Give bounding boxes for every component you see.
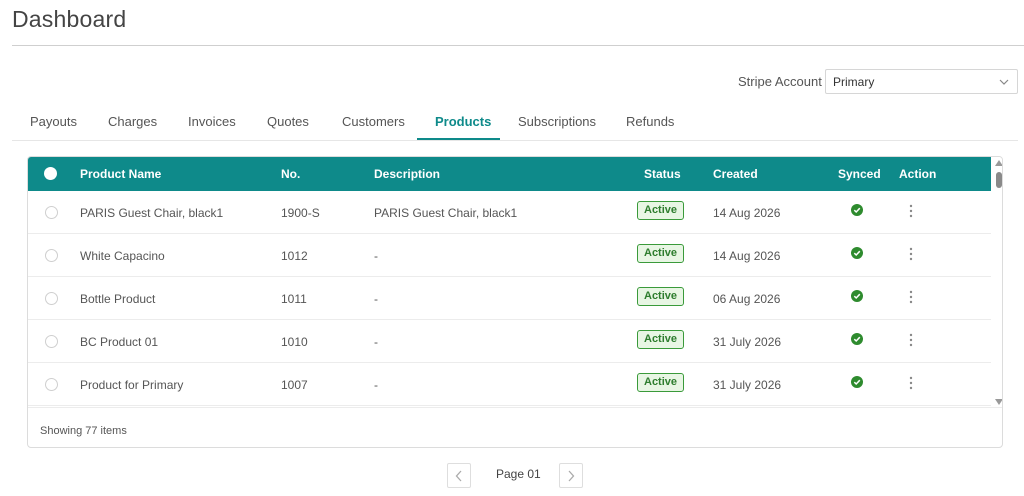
created-date: 06 Aug 2026 [713,292,781,306]
synced-check-icon [851,247,863,259]
product-number: 1007 [281,378,308,392]
row-select-radio[interactable] [45,249,58,262]
more-actions-icon[interactable] [909,247,913,261]
created-date: 14 Aug 2026 [713,249,781,263]
product-number: 1010 [281,335,308,349]
item-count: Showing 77 items [40,425,127,437]
synced-check-icon [851,376,863,388]
row-select-radio[interactable] [45,335,58,348]
product-name: PARIS Guest Chair, black1 [80,206,224,220]
row-select-radio[interactable] [45,206,58,219]
select-all-radio[interactable] [44,167,57,180]
more-actions-icon[interactable] [909,376,913,390]
table-row[interactable]: White Capacino 1012 - Active 14 Aug 2026 [28,234,991,277]
tab-subscriptions[interactable]: Subscriptions [518,114,596,129]
more-actions-icon[interactable] [909,204,913,218]
tab-quotes[interactable]: Quotes [267,114,309,129]
scroll-up-arrow-icon[interactable] [995,160,1003,166]
product-name: Bottle Product [80,292,156,306]
column-header-product-name[interactable]: Product Name [80,167,161,181]
stripe-account-value: Primary [833,75,875,89]
column-header-synced[interactable]: Synced [838,167,881,181]
active-tab-indicator [417,138,500,140]
tab-invoices[interactable]: Invoices [188,114,236,129]
chevron-left-icon [455,470,462,482]
product-description: PARIS Guest Chair, black1 [374,206,518,220]
more-actions-icon[interactable] [909,333,913,347]
table-header: Product Name No. Description Status Crea… [28,157,991,191]
created-date: 31 July 2026 [713,378,782,392]
synced-check-icon [851,333,863,345]
product-number: 1900-S [281,206,320,220]
tab-charges[interactable]: Charges [108,114,157,129]
scroll-down-arrow-icon[interactable] [995,399,1003,405]
page-indicator: Page 01 [496,467,541,481]
product-name: BC Product 01 [80,335,159,349]
tab-bar: Payouts Charges Invoices Quotes Customer… [12,107,1018,141]
chevron-right-icon [568,470,575,482]
table-row[interactable]: BC Product 01 1010 - Active 31 July 2026 [28,320,991,363]
table-footer: Showing 77 items [28,407,1002,447]
status-badge: Active [637,330,685,349]
previous-page-button[interactable] [447,463,471,488]
scrollbar-thumb[interactable] [996,172,1002,188]
column-header-number[interactable]: No. [281,167,300,181]
product-description: - [374,292,378,306]
table-row[interactable]: Product for Primary 1007 - Active 31 Jul… [28,363,991,406]
synced-check-icon [851,290,863,302]
column-header-description[interactable]: Description [374,167,440,181]
product-name: White Capacino [80,249,165,263]
status-badge: Active [637,287,685,306]
tab-customers[interactable]: Customers [342,114,405,129]
created-date: 14 Aug 2026 [713,206,781,220]
table-scrollbar[interactable] [992,157,1003,407]
page-title: Dashboard [12,6,127,32]
next-page-button[interactable] [559,463,583,488]
table-row[interactable]: Bottle Product 1011 - Active 06 Aug 2026 [28,277,991,320]
title-divider [12,45,1024,46]
tab-refunds[interactable]: Refunds [626,114,674,129]
status-badge: Active [637,244,685,263]
table-row[interactable]: PARIS Guest Chair, black1 1900-S PARIS G… [28,191,991,234]
products-table-card: Product Name No. Description Status Crea… [27,156,1003,448]
row-select-radio[interactable] [45,292,58,305]
status-badge: Active [637,373,685,392]
row-select-radio[interactable] [45,378,58,391]
status-badge: Active [637,201,685,220]
more-actions-icon[interactable] [909,290,913,304]
product-name: Product for Primary [80,378,184,392]
product-description: - [374,378,378,392]
synced-check-icon [851,204,863,216]
created-date: 31 July 2026 [713,335,782,349]
stripe-account-select[interactable]: Primary [825,69,1018,94]
column-header-status[interactable]: Status [644,167,681,181]
column-header-action: Action [899,167,937,181]
chevron-down-icon [999,79,1009,85]
stripe-account-label: Stripe Account [738,74,822,89]
product-description: - [374,249,378,263]
product-description: - [374,335,378,349]
tab-payouts[interactable]: Payouts [30,114,77,129]
product-number: 1011 [281,292,307,306]
tab-products[interactable]: Products [435,114,491,129]
product-number: 1012 [281,249,308,263]
column-header-created[interactable]: Created [713,167,758,181]
